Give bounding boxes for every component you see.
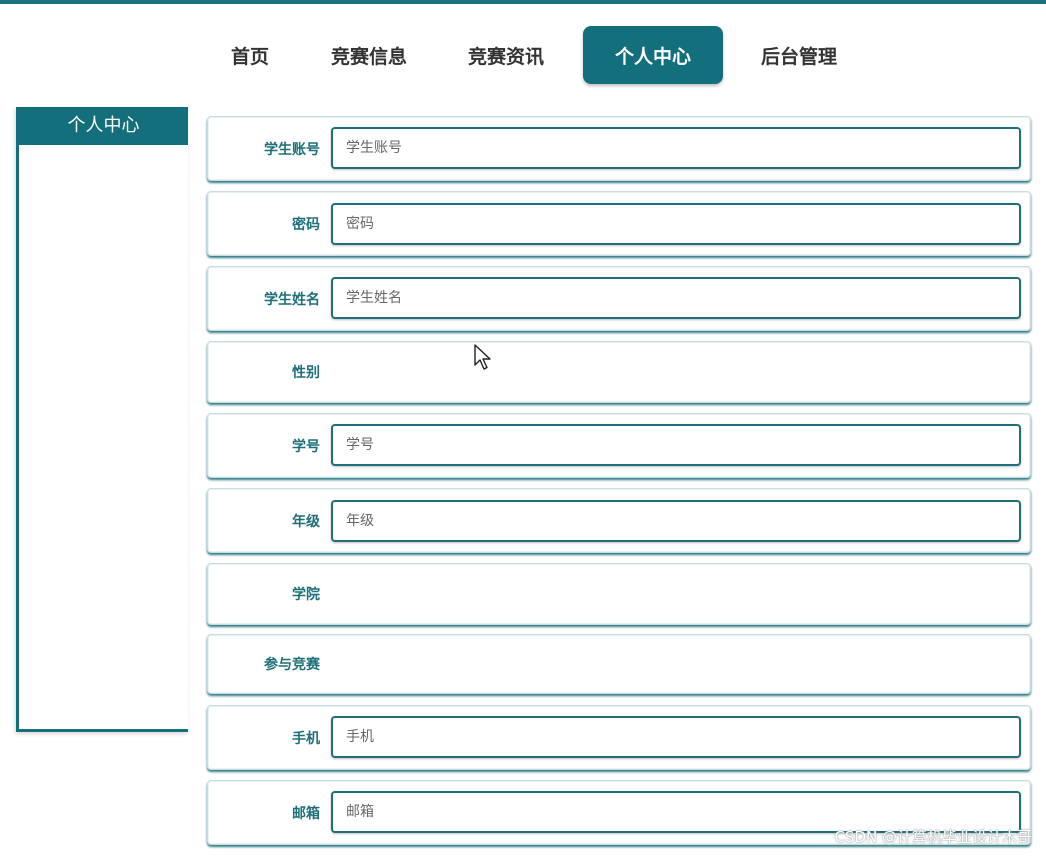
nav-competition-info[interactable]: 竞赛信息	[312, 26, 426, 84]
gender-label: 性别	[292, 365, 320, 381]
nav-competition-news[interactable]: 竞赛资讯	[448, 26, 564, 84]
student-account-label: 学生账号	[264, 141, 320, 158]
student-id-label: 学号	[292, 438, 320, 455]
competitions-label: 参与竞赛	[264, 657, 320, 673]
form-row-phone: 手机	[207, 705, 1031, 770]
nav-home[interactable]: 首页	[212, 26, 288, 84]
nav-personal-center[interactable]: 个人中心	[583, 26, 723, 84]
student-account-input[interactable]	[331, 127, 1021, 169]
watermark: CSDN @计算机毕业设计木哥	[834, 828, 1032, 846]
password-label: 密码	[292, 216, 320, 233]
top-navigation: 首页 竞赛信息 竞赛资讯 个人中心 后台管理	[0, 26, 1046, 84]
college-label: 学院	[292, 587, 320, 603]
form-row-gender: 性别	[207, 341, 1031, 403]
nav-admin[interactable]: 后台管理	[740, 26, 858, 84]
student-name-label: 学生姓名	[264, 291, 320, 308]
student-id-input[interactable]	[331, 424, 1021, 466]
grade-input[interactable]	[331, 500, 1021, 542]
form-row-student-account: 学生账号	[207, 116, 1031, 181]
top-accent-bar	[0, 0, 1046, 4]
form-row-college: 学院	[207, 563, 1031, 625]
form-row-competitions: 参与竞赛	[207, 634, 1031, 694]
sidebar-title[interactable]: 个人中心	[19, 107, 188, 145]
student-name-input[interactable]	[331, 277, 1021, 319]
form-row-password: 密码	[207, 191, 1031, 256]
form-row-grade: 年级	[207, 488, 1031, 553]
mouse-pointer-icon	[474, 344, 491, 370]
form-row-student-id: 学号	[207, 413, 1031, 478]
email-label: 邮箱	[292, 805, 320, 822]
form-row-student-name: 学生姓名	[207, 266, 1031, 331]
phone-input[interactable]	[331, 716, 1021, 758]
phone-label: 手机	[292, 730, 320, 747]
password-input[interactable]	[331, 203, 1021, 245]
grade-label: 年级	[292, 513, 320, 530]
sidebar: 个人中心	[16, 107, 188, 732]
